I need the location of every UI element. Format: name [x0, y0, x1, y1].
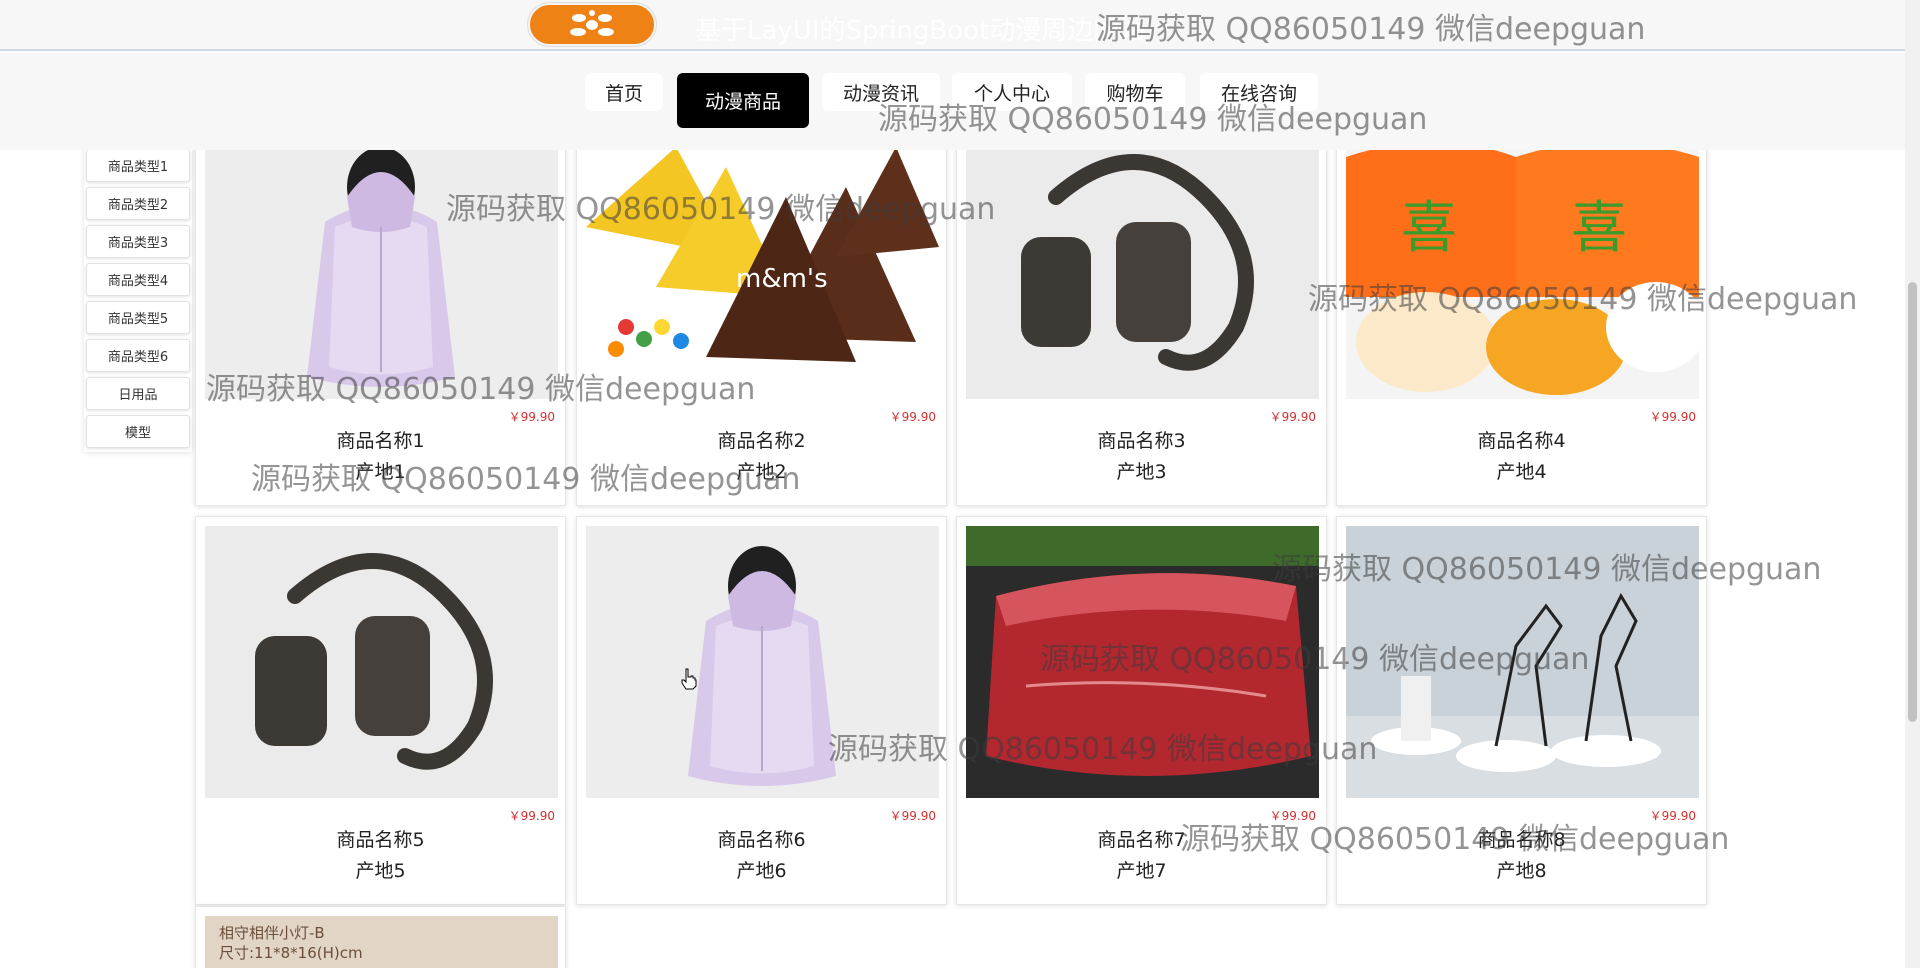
- product-origin: 产地3: [1116, 461, 1167, 483]
- product-price: ￥99.90: [889, 809, 936, 823]
- category-item[interactable]: 商品类型5: [86, 301, 190, 334]
- product-image-puffer-vest[interactable]: [205, 127, 558, 399]
- main-nav: 首页 动漫商品 动漫资讯 个人中心 购物车 在线咨询: [0, 53, 1905, 150]
- hand-cursor-icon: [680, 668, 698, 694]
- product-card[interactable]: ￥99.90 商品名称3 产地3: [956, 117, 1327, 506]
- product-card[interactable]: ￥99.90 商品名称1 产地1: [195, 117, 566, 506]
- lamp-image-size-text: 尺寸:11*8*16(H)cm: [219, 944, 363, 962]
- product-name[interactable]: 商品名称8: [1337, 825, 1706, 852]
- product-price: ￥99.90: [1269, 410, 1316, 424]
- category-item[interactable]: 商品类型4: [86, 263, 190, 296]
- nav-anime-news[interactable]: 动漫资讯: [822, 73, 940, 111]
- top-header: 基于LayUI的SpringBoot动漫周边网站: [0, 0, 1905, 51]
- product-price: ￥99.90: [1649, 410, 1696, 424]
- nav-personal-center[interactable]: 个人中心: [952, 73, 1072, 111]
- product-price: ￥99.90: [1649, 809, 1696, 823]
- category-item[interactable]: 模型: [86, 415, 190, 448]
- product-price: ￥99.90: [508, 809, 555, 823]
- product-name[interactable]: 商品名称3: [957, 426, 1326, 453]
- svg-text:喜: 喜: [1401, 196, 1457, 261]
- flower-logo-icon: [562, 9, 622, 40]
- site-title: 基于LayUI的SpringBoot动漫周边网站: [695, 16, 1146, 46]
- product-name[interactable]: 商品名称2: [577, 426, 946, 453]
- product-origin: 产地2: [736, 461, 787, 483]
- product-name[interactable]: 商品名称5: [196, 825, 565, 852]
- product-image-beef[interactable]: [966, 526, 1319, 798]
- product-origin: 产地8: [1496, 860, 1547, 882]
- nav-cart[interactable]: 购物车: [1085, 73, 1185, 111]
- product-card[interactable]: m&m's ￥99.90 商品名称2 产地2: [576, 117, 947, 506]
- lamp-image-text: 相守相伴小灯-B: [219, 924, 325, 942]
- nav-home[interactable]: 首页: [585, 73, 663, 111]
- product-origin: 产地1: [355, 461, 406, 483]
- category-item[interactable]: 商品类型1: [86, 149, 190, 182]
- product-card[interactable]: ￥99.90 商品名称8 产地8: [1336, 516, 1707, 905]
- product-name[interactable]: 商品名称6: [577, 825, 946, 852]
- product-image-jelly-candy[interactable]: 喜 喜: [1346, 127, 1699, 399]
- product-image-fur-gloves[interactable]: [205, 526, 558, 798]
- product-card[interactable]: 喜 喜 ￥99.90 商品名称4 产地4: [1336, 117, 1707, 506]
- product-origin: 产地7: [1116, 860, 1167, 882]
- category-sidebar: 商品类型1 商品类型2 商品类型3 商品类型4 商品类型5 商品类型6 日用品 …: [84, 140, 192, 452]
- product-name[interactable]: 商品名称1: [196, 426, 565, 453]
- category-item[interactable]: 商品类型2: [86, 187, 190, 220]
- category-item[interactable]: 日用品: [86, 377, 190, 410]
- product-image-puffer-vest[interactable]: [586, 526, 939, 798]
- product-card[interactable]: ￥99.90 商品名称5 产地5: [195, 516, 566, 905]
- site-logo[interactable]: [528, 3, 656, 46]
- product-price: ￥99.90: [889, 410, 936, 424]
- product-image-lamp[interactable]: 相守相伴小灯-B 尺寸:11*8*16(H)cm: [205, 916, 558, 968]
- nav-anime-products[interactable]: 动漫商品: [677, 73, 809, 128]
- page-scrollbar-thumb[interactable]: [1908, 282, 1917, 722]
- product-image-deer-sculptures[interactable]: [1346, 526, 1699, 798]
- category-item[interactable]: 商品类型3: [86, 225, 190, 258]
- category-item[interactable]: 商品类型6: [86, 339, 190, 372]
- product-origin: 产地4: [1496, 461, 1547, 483]
- product-name[interactable]: 商品名称4: [1337, 426, 1706, 453]
- product-price: ￥99.90: [1269, 809, 1316, 823]
- product-price: ￥99.90: [508, 410, 555, 424]
- product-name[interactable]: 商品名称7: [957, 825, 1326, 852]
- product-card[interactable]: ￥99.90 商品名称7 产地7: [956, 516, 1327, 905]
- product-image-fur-gloves[interactable]: [966, 127, 1319, 399]
- product-origin: 产地6: [736, 860, 787, 882]
- product-image-chocolate[interactable]: m&m's: [586, 127, 939, 399]
- svg-text:喜: 喜: [1571, 196, 1627, 261]
- svg-text:m&m's: m&m's: [736, 264, 828, 294]
- product-origin: 产地5: [355, 860, 406, 882]
- product-card[interactable]: ￥99.90 商品名称6 产地6: [576, 516, 947, 905]
- product-card[interactable]: 相守相伴小灯-B 尺寸:11*8*16(H)cm: [195, 906, 566, 968]
- nav-online-consult[interactable]: 在线咨询: [1200, 73, 1318, 111]
